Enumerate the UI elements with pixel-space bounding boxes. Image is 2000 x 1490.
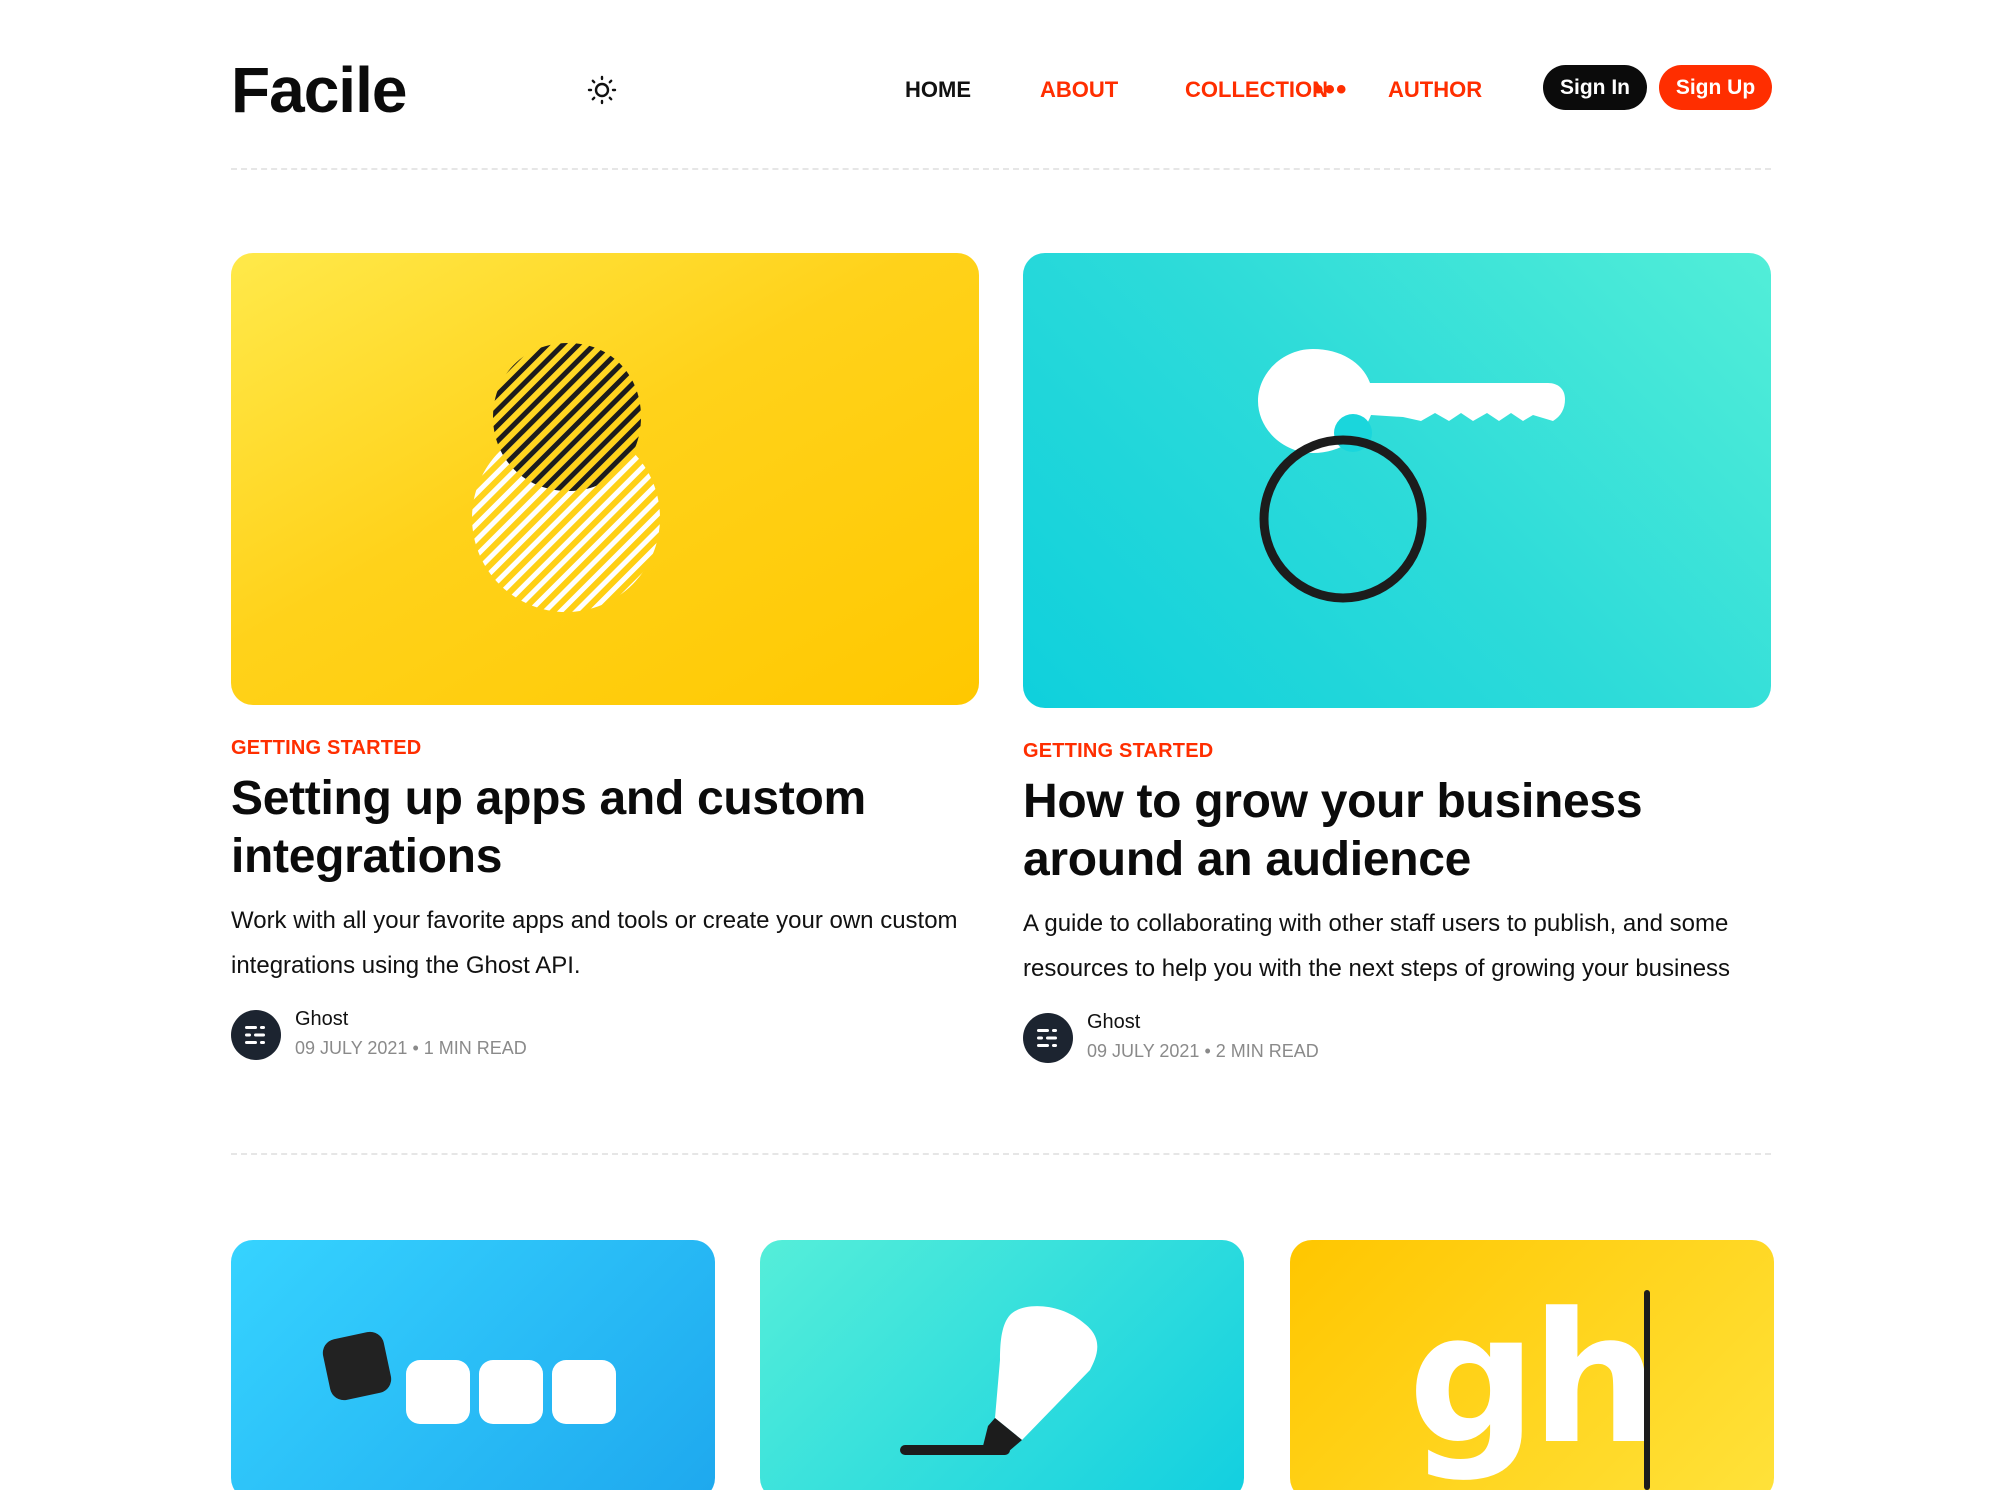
post-image[interactable] (231, 253, 979, 705)
avatar[interactable] (231, 1010, 281, 1060)
post-title[interactable]: How to grow your business around an audi… (1023, 773, 1771, 889)
featured-post[interactable]: GETTING STARTED Setting up apps and cust… (231, 253, 979, 1062)
nav-item-home[interactable]: HOME (905, 72, 971, 108)
post-card-image[interactable] (760, 1240, 1244, 1490)
pen-marker-icon (900, 1306, 1098, 1455)
author-name[interactable]: Ghost (295, 1008, 348, 1031)
text-cursor-icon (1644, 1290, 1650, 1490)
nav-item-author[interactable]: AUTHOR (1388, 72, 1482, 108)
sign-up-button[interactable]: Sign Up (1659, 65, 1772, 110)
gh-typing-icon: gh (1408, 1275, 1659, 1484)
post-excerpt: A guide to collaborating with other staf… (1023, 910, 1731, 982)
ghost-logo-icon (1037, 1029, 1057, 1047)
post-tag[interactable]: GETTING STARTED (1023, 740, 1771, 763)
venn-circles-icon (472, 343, 660, 612)
nav-item-collection[interactable]: COLLECTION (1185, 72, 1328, 108)
post-card-image[interactable] (231, 1240, 715, 1490)
post-meta: Ghost 09 JULY 2021 • 2 MIN READ (1023, 1011, 1771, 1065)
header-divider (231, 168, 1771, 170)
post-excerpt: Work with all your favorite apps and too… (231, 907, 958, 979)
site-logo[interactable]: Facile (231, 50, 407, 130)
post-title[interactable]: Setting up apps and custom integrations (231, 770, 979, 886)
post-date: 09 JULY 2021 • 2 MIN READ (1087, 1041, 1319, 1061)
post-card-image[interactable]: gh (1290, 1240, 1774, 1490)
featured-post[interactable]: GETTING STARTED How to grow your busines… (1023, 253, 1771, 1065)
post-image[interactable] (1023, 253, 1771, 708)
nav-item-about[interactable]: ABOUT (1040, 72, 1118, 108)
ghost-logo-icon (245, 1026, 265, 1044)
author-name[interactable]: Ghost (1087, 1011, 1140, 1034)
avatar[interactable] (1023, 1013, 1073, 1063)
sun-icon[interactable] (587, 75, 617, 105)
post-meta: Ghost 09 JULY 2021 • 1 MIN READ (231, 1008, 979, 1062)
rounded-squares-icon (322, 1331, 616, 1424)
site-header: Facile HOME ABOUT COLLECTION AUTHOR ••• … (231, 50, 1772, 130)
post-date: 09 JULY 2021 • 1 MIN READ (295, 1038, 527, 1058)
post-tag[interactable]: GETTING STARTED (231, 737, 979, 760)
section-divider (231, 1153, 1771, 1155)
more-menu-icon[interactable]: ••• (1313, 72, 1348, 108)
sign-in-button[interactable]: Sign In (1543, 65, 1647, 110)
key-ring-icon (1258, 349, 1565, 603)
